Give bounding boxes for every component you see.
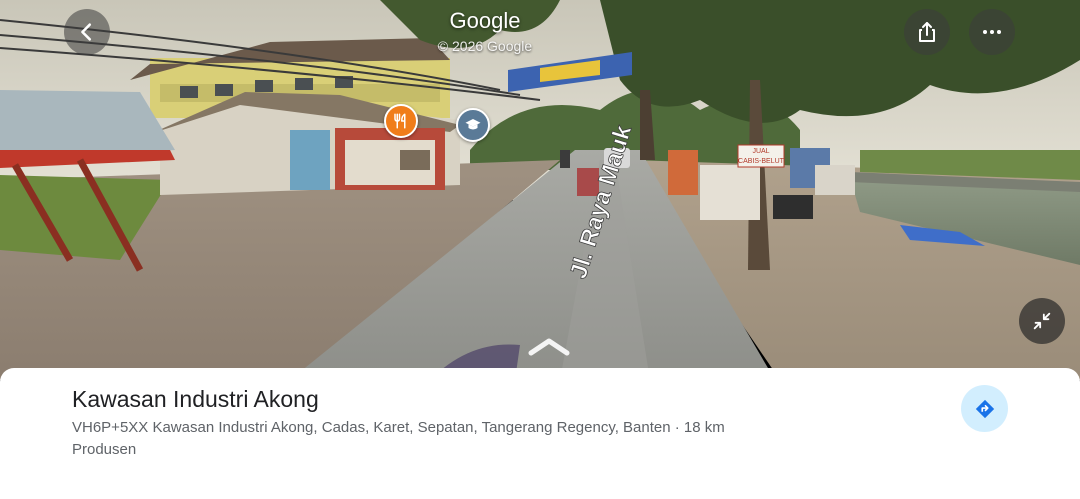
place-info-card[interactable]: Kawasan Industri Akong VH6P+5XX Kawasan … <box>0 368 1080 499</box>
place-address: VH6P+5XX Kawasan Industri Akong, Cadas, … <box>72 419 725 436</box>
poi-restaurant-pin[interactable] <box>384 104 418 138</box>
move-forward-arrow[interactable] <box>528 336 570 356</box>
poi-school-pin[interactable] <box>456 108 490 142</box>
graduation-cap-icon <box>465 119 481 130</box>
directions-button[interactable] <box>961 385 1008 432</box>
street-view-panorama[interactable]: JUAL CABIS-BELUT Jl. Raya Mauk <box>0 0 1080 380</box>
stall-sign-line2: CABIS-BELUT <box>738 158 785 165</box>
directions-icon <box>975 399 994 418</box>
more-options-button[interactable] <box>969 9 1015 55</box>
share-button[interactable] <box>904 9 950 55</box>
chevron-left-icon <box>81 23 92 41</box>
street-view-screen: JUAL CABIS-BELUT Jl. Raya Mauk Google © … <box>0 0 1080 499</box>
collapse-icon <box>1033 312 1051 330</box>
share-icon <box>919 22 935 42</box>
fork-knife-icon <box>394 113 406 129</box>
chevron-up-icon <box>528 338 570 356</box>
back-button[interactable] <box>64 9 110 55</box>
exit-fullscreen-button[interactable] <box>1019 298 1065 344</box>
stall-sign-line1: JUAL <box>752 148 769 155</box>
place-category: Produsen <box>72 441 137 458</box>
place-title[interactable]: Kawasan Industri Akong <box>72 386 319 413</box>
copyright-notice: © 2026 Google <box>437 38 533 54</box>
more-horizontal-icon <box>983 30 1001 34</box>
google-wordmark: Google <box>449 8 521 33</box>
